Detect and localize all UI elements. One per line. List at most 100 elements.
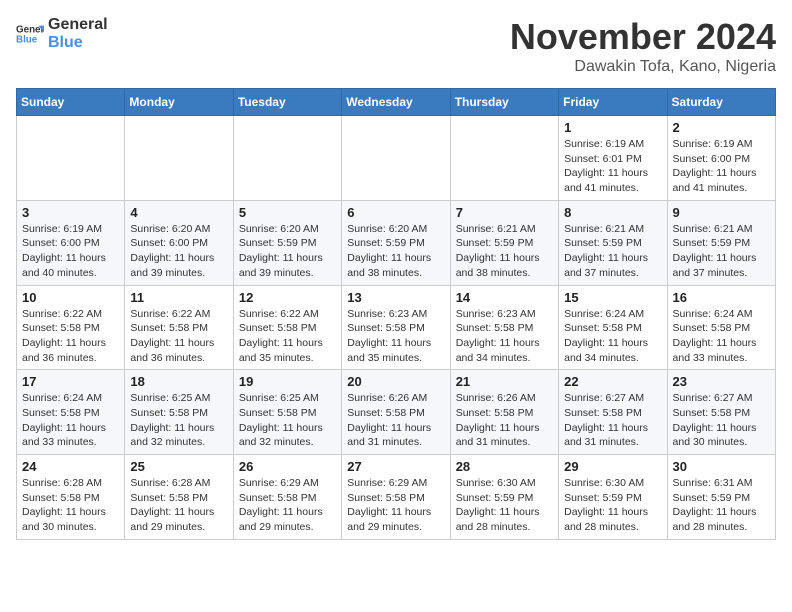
day-number: 2 (673, 120, 770, 135)
calendar-cell: 5 Sunrise: 6:20 AM Sunset: 5:59 PM Daylig… (233, 200, 341, 285)
day-number: 10 (22, 290, 119, 305)
calendar-cell: 10 Sunrise: 6:22 AM Sunset: 5:58 PM Dayli… (17, 285, 125, 370)
calendar-cell: 25 Sunrise: 6:28 AM Sunset: 5:58 PM Dayli… (125, 455, 233, 540)
day-info: Sunrise: 6:28 AM Sunset: 5:58 PM Dayligh… (130, 476, 227, 535)
calendar-cell (233, 116, 341, 201)
svg-text:Blue: Blue (16, 34, 38, 45)
day-number: 22 (564, 374, 661, 389)
day-info: Sunrise: 6:20 AM Sunset: 5:59 PM Dayligh… (347, 222, 444, 281)
calendar-cell: 22 Sunrise: 6:27 AM Sunset: 5:58 PM Dayli… (559, 370, 667, 455)
day-number: 4 (130, 205, 227, 220)
day-info: Sunrise: 6:29 AM Sunset: 5:58 PM Dayligh… (239, 476, 336, 535)
day-number: 12 (239, 290, 336, 305)
logo-line2: Blue (48, 34, 108, 52)
day-info: Sunrise: 6:19 AM Sunset: 6:01 PM Dayligh… (564, 137, 661, 196)
day-number: 28 (456, 459, 553, 474)
day-info: Sunrise: 6:24 AM Sunset: 5:58 PM Dayligh… (22, 391, 119, 450)
calendar-cell: 26 Sunrise: 6:29 AM Sunset: 5:58 PM Dayli… (233, 455, 341, 540)
weekday-header-thursday: Thursday (450, 89, 558, 116)
calendar-cell: 18 Sunrise: 6:25 AM Sunset: 5:58 PM Dayli… (125, 370, 233, 455)
day-number: 7 (456, 205, 553, 220)
weekday-header-sunday: Sunday (17, 89, 125, 116)
weekday-header-tuesday: Tuesday (233, 89, 341, 116)
calendar-cell: 23 Sunrise: 6:27 AM Sunset: 5:58 PM Dayli… (667, 370, 775, 455)
calendar-cell (17, 116, 125, 201)
weekday-header-row: SundayMondayTuesdayWednesdayThursdayFrid… (17, 89, 776, 116)
calendar-cell: 8 Sunrise: 6:21 AM Sunset: 5:59 PM Daylig… (559, 200, 667, 285)
day-number: 8 (564, 205, 661, 220)
day-number: 24 (22, 459, 119, 474)
week-row-2: 3 Sunrise: 6:19 AM Sunset: 6:00 PM Daylig… (17, 200, 776, 285)
day-info: Sunrise: 6:30 AM Sunset: 5:59 PM Dayligh… (456, 476, 553, 535)
week-row-4: 17 Sunrise: 6:24 AM Sunset: 5:58 PM Dayli… (17, 370, 776, 455)
day-info: Sunrise: 6:21 AM Sunset: 5:59 PM Dayligh… (456, 222, 553, 281)
day-info: Sunrise: 6:24 AM Sunset: 5:58 PM Dayligh… (564, 307, 661, 366)
day-number: 1 (564, 120, 661, 135)
calendar-cell (450, 116, 558, 201)
day-number: 5 (239, 205, 336, 220)
day-info: Sunrise: 6:26 AM Sunset: 5:58 PM Dayligh… (456, 391, 553, 450)
day-info: Sunrise: 6:19 AM Sunset: 6:00 PM Dayligh… (22, 222, 119, 281)
day-number: 16 (673, 290, 770, 305)
day-number: 25 (130, 459, 227, 474)
day-number: 15 (564, 290, 661, 305)
day-info: Sunrise: 6:21 AM Sunset: 5:59 PM Dayligh… (564, 222, 661, 281)
day-info: Sunrise: 6:31 AM Sunset: 5:59 PM Dayligh… (673, 476, 770, 535)
day-info: Sunrise: 6:19 AM Sunset: 6:00 PM Dayligh… (673, 137, 770, 196)
day-info: Sunrise: 6:22 AM Sunset: 5:58 PM Dayligh… (22, 307, 119, 366)
calendar-cell: 29Sunrise: 6:30 AM Sunset: 5:59 PM Dayli… (559, 455, 667, 540)
day-info: Sunrise: 6:26 AM Sunset: 5:58 PM Dayligh… (347, 391, 444, 450)
calendar-cell: 27 Sunrise: 6:29 AM Sunset: 5:58 PM Dayli… (342, 455, 450, 540)
calendar-cell: 6Sunrise: 6:20 AM Sunset: 5:59 PM Daylig… (342, 200, 450, 285)
day-number: 3 (22, 205, 119, 220)
weekday-header-wednesday: Wednesday (342, 89, 450, 116)
calendar-table: SundayMondayTuesdayWednesdayThursdayFrid… (16, 88, 776, 540)
day-info: Sunrise: 6:22 AM Sunset: 5:58 PM Dayligh… (239, 307, 336, 366)
month-title: November 2024 (510, 16, 776, 58)
day-info: Sunrise: 6:24 AM Sunset: 5:58 PM Dayligh… (673, 307, 770, 366)
day-info: Sunrise: 6:27 AM Sunset: 5:58 PM Dayligh… (673, 391, 770, 450)
calendar-cell: 13 Sunrise: 6:23 AM Sunset: 5:58 PM Dayli… (342, 285, 450, 370)
calendar-cell: 7 Sunrise: 6:21 AM Sunset: 5:59 PM Daylig… (450, 200, 558, 285)
calendar-cell: 16 Sunrise: 6:24 AM Sunset: 5:58 PM Dayli… (667, 285, 775, 370)
calendar-cell (342, 116, 450, 201)
day-number: 26 (239, 459, 336, 474)
day-number: 9 (673, 205, 770, 220)
calendar-cell: 17 Sunrise: 6:24 AM Sunset: 5:58 PM Dayli… (17, 370, 125, 455)
weekday-header-friday: Friday (559, 89, 667, 116)
day-number: 13 (347, 290, 444, 305)
day-number: 17 (22, 374, 119, 389)
day-info: Sunrise: 6:20 AM Sunset: 6:00 PM Dayligh… (130, 222, 227, 281)
calendar-cell: 30Sunrise: 6:31 AM Sunset: 5:59 PM Dayli… (667, 455, 775, 540)
day-info: Sunrise: 6:23 AM Sunset: 5:58 PM Dayligh… (347, 307, 444, 366)
calendar-cell: 1 Sunrise: 6:19 AM Sunset: 6:01 PM Daylig… (559, 116, 667, 201)
day-info: Sunrise: 6:23 AM Sunset: 5:58 PM Dayligh… (456, 307, 553, 366)
day-number: 19 (239, 374, 336, 389)
title-block: November 2024 Dawakin Tofa, Kano, Nigeri… (510, 16, 776, 76)
calendar-cell: 19Sunrise: 6:25 AM Sunset: 5:58 PM Dayli… (233, 370, 341, 455)
day-info: Sunrise: 6:28 AM Sunset: 5:58 PM Dayligh… (22, 476, 119, 535)
day-info: Sunrise: 6:27 AM Sunset: 5:58 PM Dayligh… (564, 391, 661, 450)
calendar-cell: 4 Sunrise: 6:20 AM Sunset: 6:00 PM Daylig… (125, 200, 233, 285)
calendar-cell: 15 Sunrise: 6:24 AM Sunset: 5:58 PM Dayli… (559, 285, 667, 370)
day-info: Sunrise: 6:21 AM Sunset: 5:59 PM Dayligh… (673, 222, 770, 281)
week-row-5: 24 Sunrise: 6:28 AM Sunset: 5:58 PM Dayli… (17, 455, 776, 540)
calendar-cell: 28 Sunrise: 6:30 AM Sunset: 5:59 PM Dayli… (450, 455, 558, 540)
weekday-header-saturday: Saturday (667, 89, 775, 116)
day-number: 23 (673, 374, 770, 389)
calendar-cell: 21 Sunrise: 6:26 AM Sunset: 5:58 PM Dayli… (450, 370, 558, 455)
day-info: Sunrise: 6:20 AM Sunset: 5:59 PM Dayligh… (239, 222, 336, 281)
day-number: 21 (456, 374, 553, 389)
day-number: 29 (564, 459, 661, 474)
page-header: General Blue General Blue November 2024 … (16, 16, 776, 76)
calendar-cell: 12 Sunrise: 6:22 AM Sunset: 5:58 PM Dayli… (233, 285, 341, 370)
calendar-cell: 9 Sunrise: 6:21 AM Sunset: 5:59 PM Daylig… (667, 200, 775, 285)
logo-line1: General (48, 16, 108, 34)
day-info: Sunrise: 6:29 AM Sunset: 5:58 PM Dayligh… (347, 476, 444, 535)
day-info: Sunrise: 6:25 AM Sunset: 5:58 PM Dayligh… (130, 391, 227, 450)
day-number: 27 (347, 459, 444, 474)
day-number: 14 (456, 290, 553, 305)
week-row-3: 10 Sunrise: 6:22 AM Sunset: 5:58 PM Dayli… (17, 285, 776, 370)
day-number: 11 (130, 290, 227, 305)
day-number: 18 (130, 374, 227, 389)
